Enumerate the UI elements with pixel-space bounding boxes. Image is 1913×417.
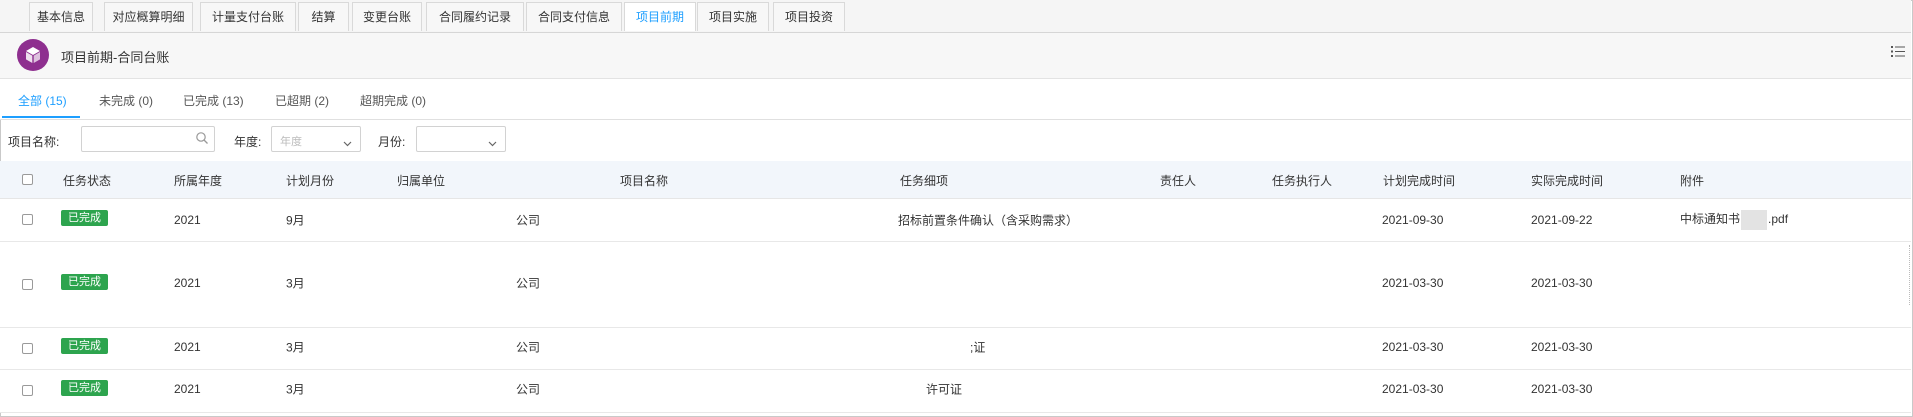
col-task-status: 任务状态 <box>63 174 112 188</box>
row-checkbox[interactable] <box>22 343 33 354</box>
cell-unit: 公司 <box>516 276 541 291</box>
col-project-name: 项目名称 <box>620 174 669 188</box>
col-plan-date: 计划完成时间 <box>1383 174 1456 188</box>
attachment-link[interactable]: 中标通知书 .pdf <box>1680 210 1788 230</box>
table-row[interactable]: 已完成 2021 3月 公司 2021-03-30 2021-03-30 <box>0 242 1911 328</box>
tab-payment-ledger[interactable]: 计量支付台账 <box>200 2 296 31</box>
cell-plan-date: 2021-09-30 <box>1382 213 1444 227</box>
page-title: 项目前期-合同台账 <box>61 50 170 65</box>
table-header: 任务状态 所属年度 计划月份 归属单位 项目名称 任务细项 责任人 任务执行人 … <box>0 161 1911 199</box>
col-attachment: 附件 <box>1680 174 1705 188</box>
status-filter-tabs: 全部 (15) 未完成 (0) 已完成 (13) 已超期 (2) 超期完成 (0… <box>0 79 1911 120</box>
tab-basic-info[interactable]: 基本信息 <box>29 2 93 31</box>
subtab-overdue[interactable]: 已超期 (2) <box>275 92 329 109</box>
tab-budget-detail[interactable]: 对应概算明细 <box>104 2 193 31</box>
tab-project-preliminary[interactable]: 项目前期 <box>624 2 696 31</box>
cell-month: 3月 <box>286 276 305 291</box>
cell-actual-date: 2021-03-30 <box>1531 340 1593 354</box>
cell-year: 2021 <box>174 382 201 396</box>
redacted-block <box>1741 210 1768 230</box>
year-select-placeholder: 年度 <box>280 136 302 148</box>
row-checkbox[interactable] <box>22 279 33 290</box>
cube-icon <box>17 39 49 71</box>
tab-contract-performance[interactable]: 合同履约记录 <box>426 2 524 31</box>
tab-project-implementation[interactable]: 项目实施 <box>697 2 769 31</box>
col-owner: 责任人 <box>1160 174 1197 188</box>
filter-bar: 项目名称: 年度: 年度 月份: <box>0 120 1911 160</box>
cell-actual-date: 2021-03-30 <box>1531 382 1593 396</box>
cell-task: 招标前置条件确认（含采购需求） <box>898 213 1079 228</box>
chevron-down-icon <box>488 136 497 150</box>
table-row[interactable]: 已完成 2021 3月 公司 许可证 2021-03-30 2021-03-30 <box>0 370 1911 413</box>
list-icon[interactable] <box>1891 45 1905 61</box>
cell-month: 3月 <box>286 382 305 397</box>
subtab-completed[interactable]: 已完成 (13) <box>183 92 244 109</box>
col-year: 所属年度 <box>174 174 223 188</box>
cell-month: 9月 <box>286 213 305 228</box>
project-name-field <box>81 126 215 152</box>
status-badge: 已完成 <box>61 210 108 226</box>
cell-year: 2021 <box>174 213 201 227</box>
table-row[interactable]: 已完成 2021 3月 公司 ;证 2021-03-30 2021-03-30 <box>0 328 1911 370</box>
cell-plan-date: 2021-03-30 <box>1382 382 1444 396</box>
table-row[interactable]: 已完成 2021 9月 公司 招标前置条件确认（含采购需求） 2021-09-3… <box>0 199 1911 242</box>
year-select[interactable]: 年度 <box>271 126 361 152</box>
month-label: 月份: <box>378 135 406 149</box>
attachment-prefix: 中标通知书 <box>1680 212 1741 227</box>
tab-settlement[interactable]: 结算 <box>298 2 349 31</box>
cell-plan-date: 2021-03-30 <box>1382 276 1444 290</box>
project-name-label: 项目名称: <box>8 135 60 149</box>
cell-actual-date: 2021-09-22 <box>1531 213 1593 227</box>
year-label: 年度: <box>234 135 262 149</box>
tab-contract-payment[interactable]: 合同支付信息 <box>526 2 622 31</box>
active-tab-indicator <box>2 116 80 118</box>
attachment-ext: .pdf <box>1768 212 1789 227</box>
cell-year: 2021 <box>174 276 201 290</box>
subtab-overdue-completed[interactable]: 超期完成 (0) <box>360 92 426 109</box>
cell-task: 许可证 <box>926 382 963 397</box>
chevron-down-icon <box>343 136 352 150</box>
col-plan-month: 计划月份 <box>286 174 335 188</box>
col-actual-date: 实际完成时间 <box>1531 174 1604 188</box>
cell-unit: 公司 <box>516 340 541 355</box>
search-icon[interactable] <box>195 131 209 148</box>
tab-project-investment[interactable]: 项目投资 <box>773 2 845 31</box>
cell-month: 3月 <box>286 340 305 355</box>
status-badge: 已完成 <box>61 338 108 354</box>
col-task-item: 任务细项 <box>900 174 949 188</box>
cell-year: 2021 <box>174 340 201 354</box>
tab-change-ledger[interactable]: 变更台账 <box>352 2 422 31</box>
select-all-checkbox[interactable] <box>22 174 33 185</box>
subtab-all[interactable]: 全部 (15) <box>18 92 67 109</box>
subtab-incomplete[interactable]: 未完成 (0) <box>99 92 153 109</box>
cell-plan-date: 2021-03-30 <box>1382 340 1444 354</box>
row-checkbox[interactable] <box>22 385 33 396</box>
cell-unit: 公司 <box>516 382 541 397</box>
month-select[interactable] <box>416 126 506 152</box>
scrollbar[interactable] <box>1909 245 1913 305</box>
status-badge: 已完成 <box>61 380 108 396</box>
page-header: 项目前期-合同台账 <box>0 33 1911 79</box>
cell-actual-date: 2021-03-30 <box>1531 276 1593 290</box>
col-executor: 任务执行人 <box>1272 174 1333 188</box>
cell-unit: 公司 <box>516 213 541 228</box>
cell-task: ;证 <box>970 340 986 355</box>
col-unit: 归属单位 <box>397 174 446 188</box>
top-tab-bar: 基本信息 对应概算明细 计量支付台账 结算 变更台账 合同履约记录 合同支付信息… <box>0 0 1911 33</box>
row-checkbox[interactable] <box>22 214 33 225</box>
status-badge: 已完成 <box>61 274 108 290</box>
